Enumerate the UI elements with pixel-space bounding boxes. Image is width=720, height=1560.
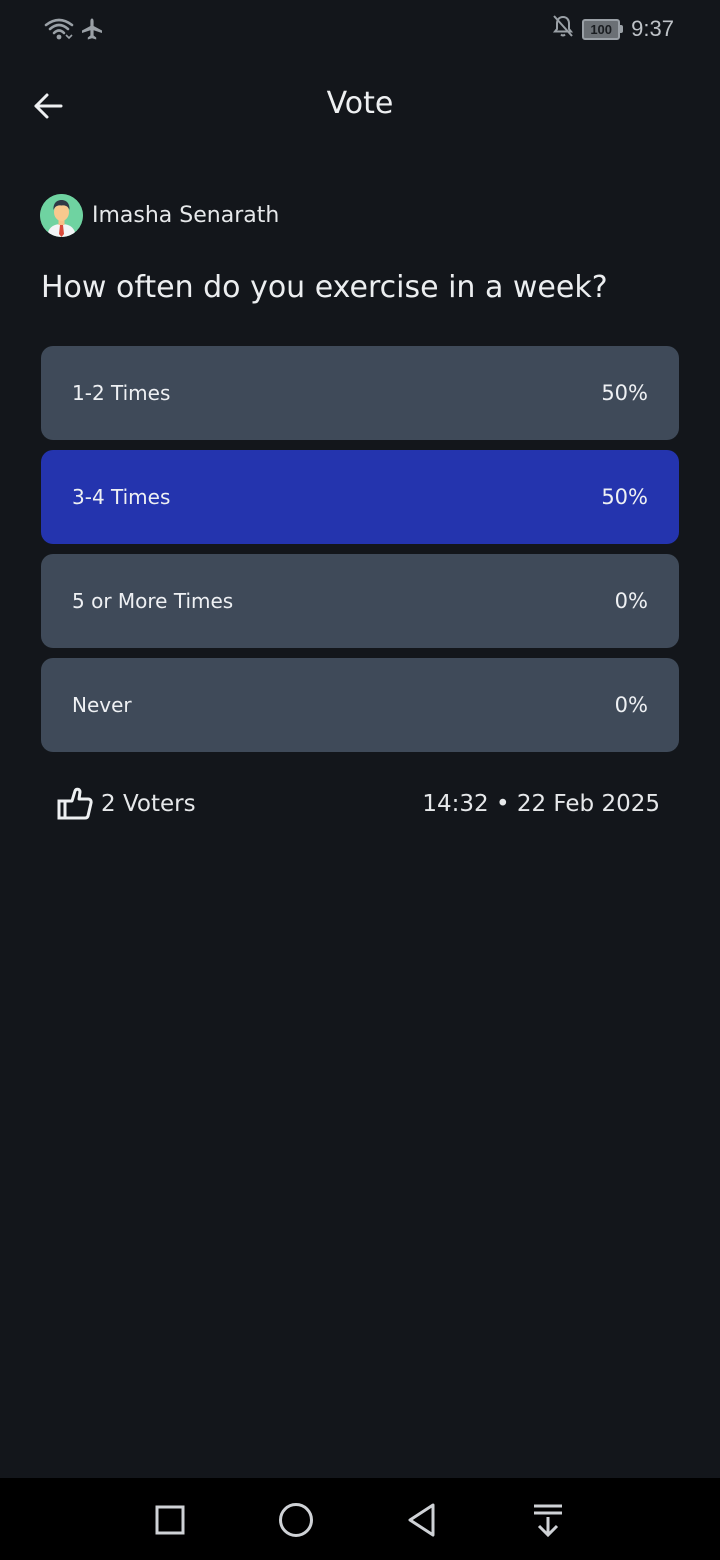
thumbs-up-icon (57, 787, 93, 820)
notification-pull-button[interactable] (526, 1498, 570, 1542)
notifications-off-icon (552, 14, 574, 44)
poll-option[interactable]: 1-2 Times 50% (41, 346, 679, 440)
option-label: 5 or More Times (72, 589, 234, 613)
voters-label: 2 Voters (101, 791, 196, 817)
option-label: Never (72, 693, 132, 717)
recent-apps-button[interactable] (148, 1498, 192, 1542)
author-name: Imasha Senarath (92, 203, 280, 228)
option-label: 1-2 Times (72, 381, 171, 405)
recent-apps-icon (155, 1505, 185, 1535)
poll-timestamp: 14:32 • 22 Feb 2025 (422, 791, 660, 817)
poll-author: Imasha Senarath (40, 194, 279, 237)
option-percent: 50% (601, 485, 648, 509)
status-left (44, 16, 104, 46)
poll-footer: 2 Voters 14:32 • 22 Feb 2025 (57, 784, 660, 824)
notification-pull-icon (534, 1504, 562, 1538)
option-percent: 0% (614, 589, 648, 613)
wifi-icon (44, 16, 74, 46)
battery-icon: 100 (582, 18, 624, 40)
poll-option-selected[interactable]: 3-4 Times 50% (41, 450, 679, 544)
app-bar: Vote (0, 70, 720, 142)
poll-option[interactable]: Never 0% (41, 658, 679, 752)
system-nav-bar (0, 1478, 720, 1560)
option-label: 3-4 Times (72, 485, 171, 509)
status-right: 100 9:37 (552, 14, 674, 44)
voters-count[interactable]: 2 Voters (57, 787, 196, 821)
option-percent: 0% (614, 693, 648, 717)
avatar (40, 194, 83, 237)
nav-back-button[interactable] (400, 1498, 444, 1542)
option-percent: 50% (601, 381, 648, 405)
home-button[interactable] (274, 1498, 318, 1542)
status-bar: 100 9:37 (0, 0, 720, 60)
airplane-icon (80, 17, 104, 45)
poll-option[interactable]: 5 or More Times 0% (41, 554, 679, 648)
clock: 9:37 (631, 16, 674, 41)
home-icon (279, 1503, 313, 1537)
back-icon (408, 1503, 435, 1537)
poll-options: 1-2 Times 50% 3-4 Times 50% 5 or More Ti… (41, 346, 679, 762)
page-title: Vote (326, 86, 394, 121)
poll-question: How often do you exercise in a week? (41, 270, 608, 305)
battery-level: 100 (582, 18, 621, 40)
